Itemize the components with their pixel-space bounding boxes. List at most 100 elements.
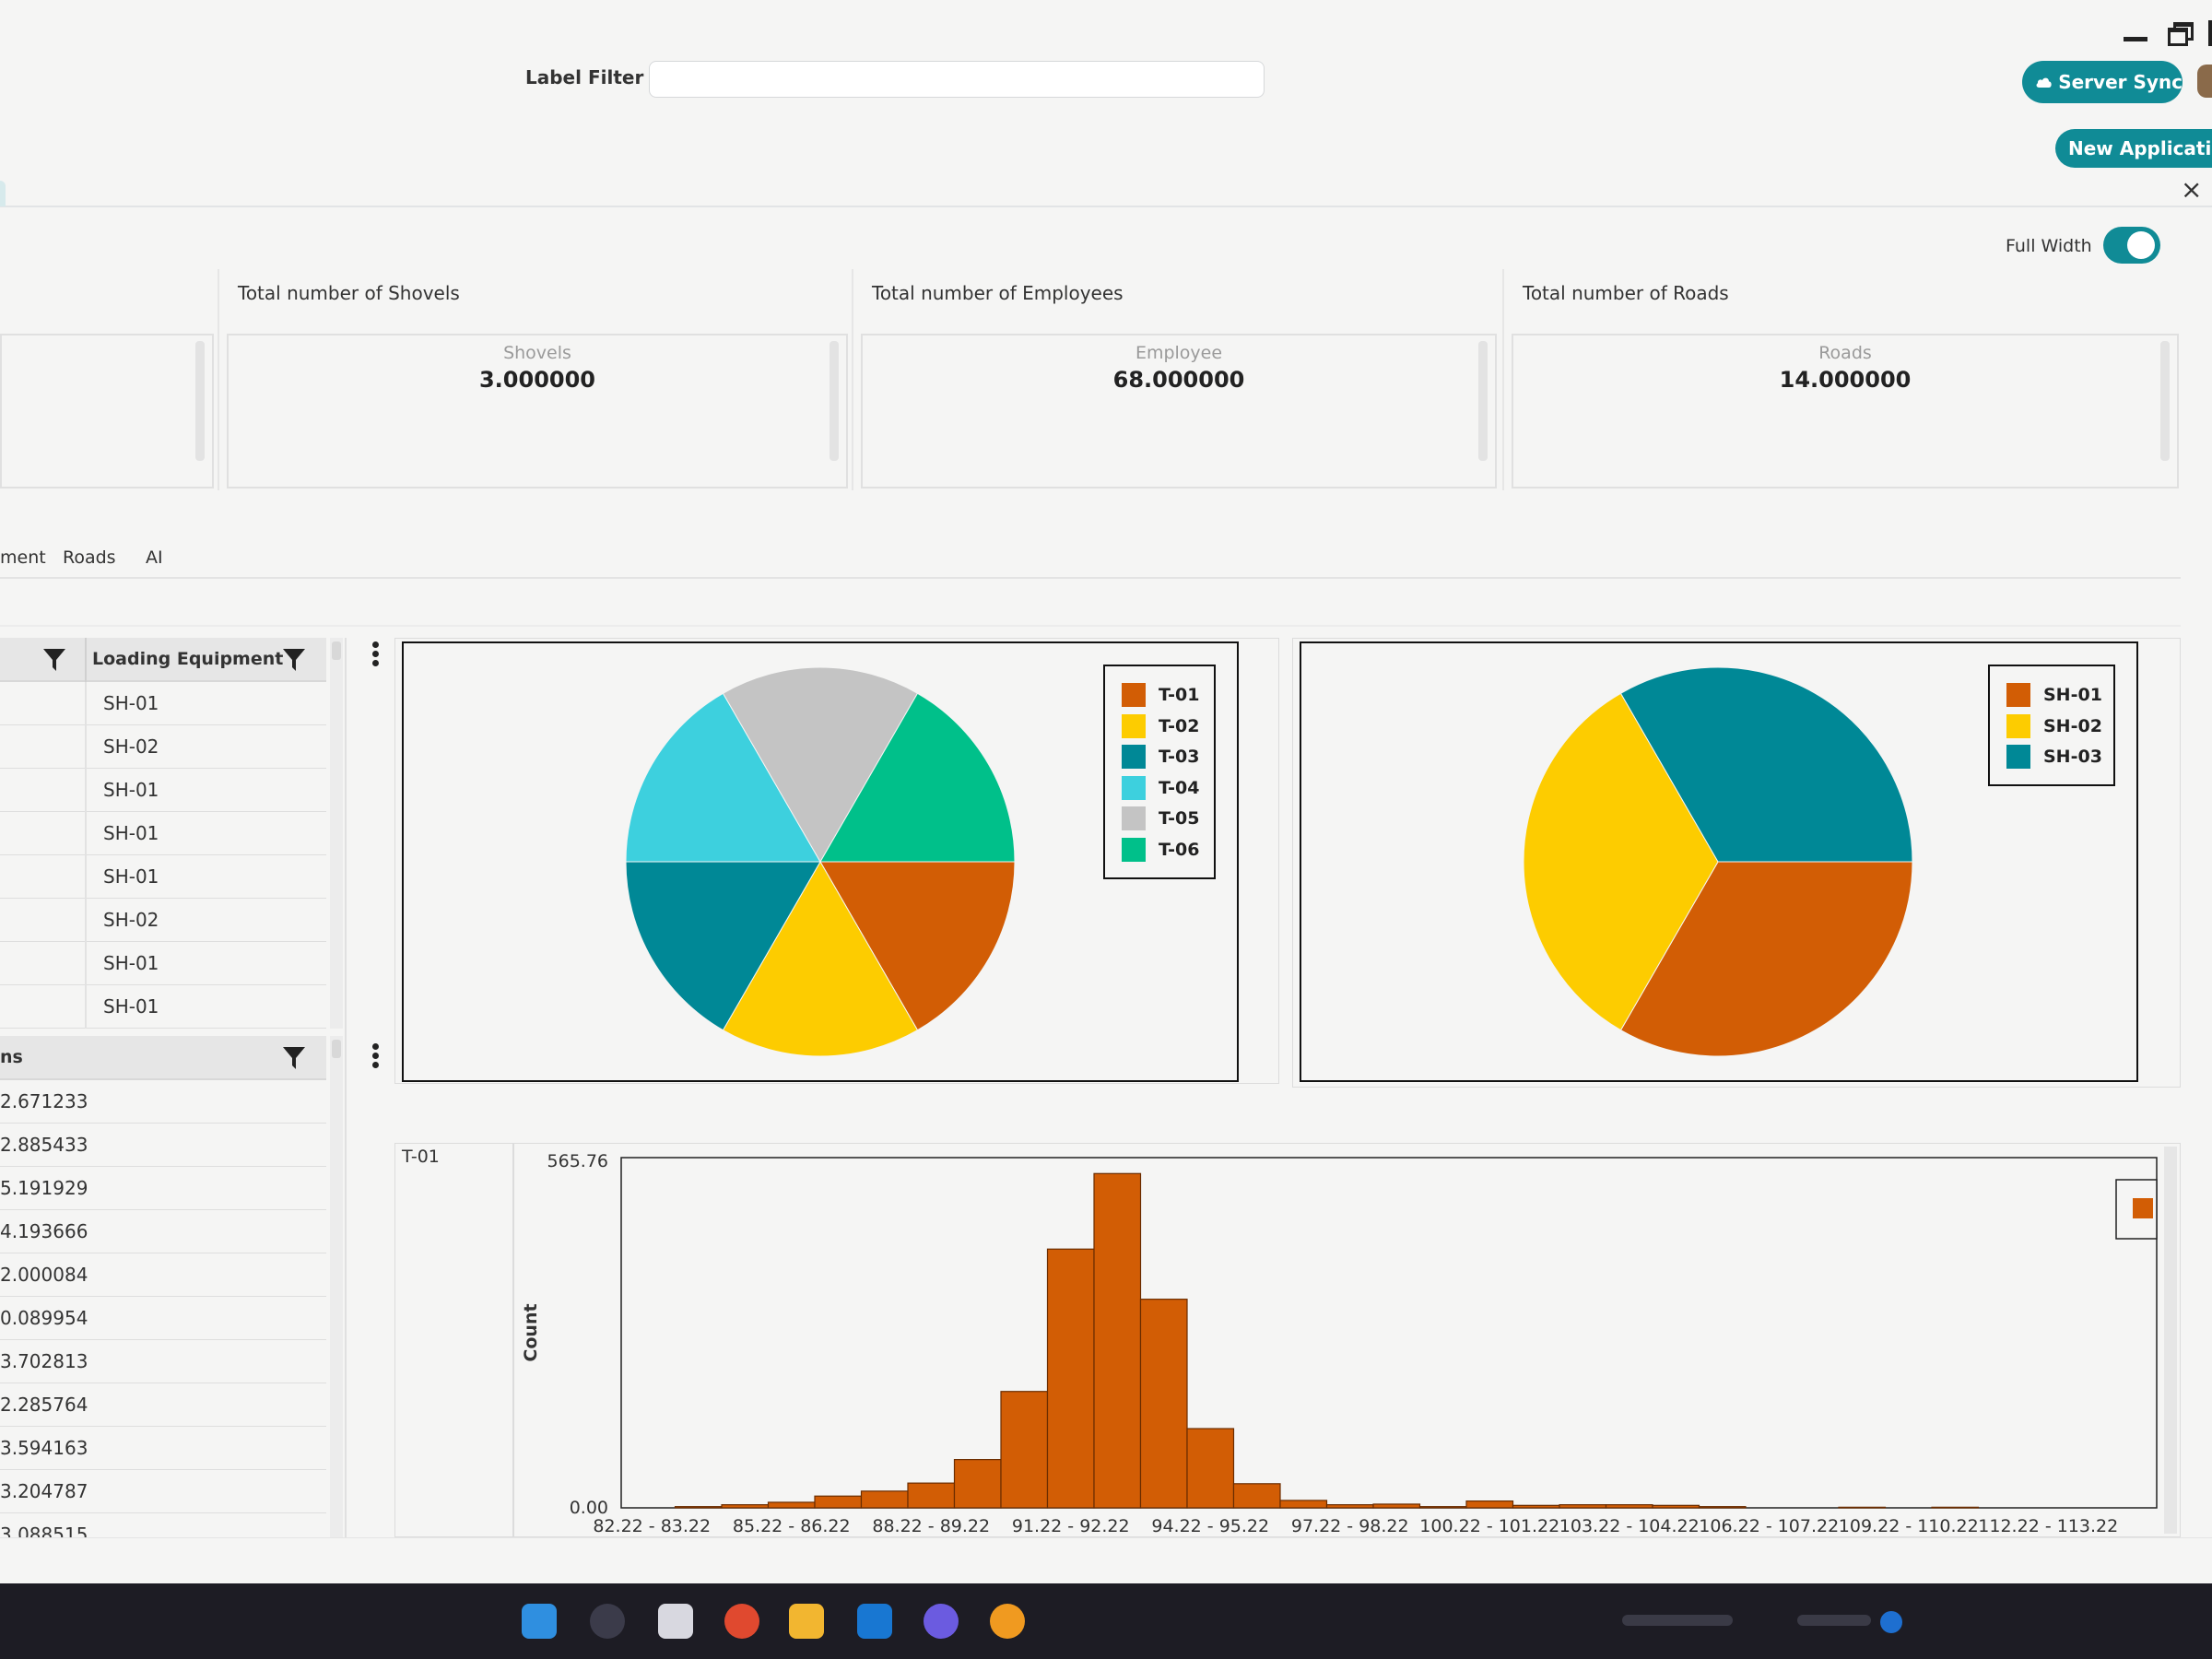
panel-splitter[interactable]: [345, 638, 347, 1537]
histogram-bar[interactable]: [1931, 1506, 1980, 1509]
start-icon[interactable]: [522, 1604, 557, 1639]
restore-icon[interactable]: [2168, 22, 2194, 46]
loading-equipment-header[interactable]: Loading Equipment: [92, 649, 283, 669]
search-icon[interactable]: [590, 1604, 625, 1639]
table-row[interactable]: 4.193666: [0, 1210, 326, 1253]
table-row[interactable]: 3.594163: [0, 1427, 326, 1470]
histogram-bar[interactable]: [1232, 1483, 1281, 1509]
filter-icon[interactable]: [42, 647, 66, 673]
table-row[interactable]: 2.285764: [0, 1383, 326, 1427]
active-tab-stub[interactable]: [0, 181, 6, 206]
kpi-scrollbar[interactable]: [1478, 341, 1488, 461]
legend-item[interactable]: T-06: [1122, 837, 1200, 862]
teams-icon[interactable]: [924, 1604, 959, 1639]
new-application-button[interactable]: New Application: [2055, 129, 2212, 168]
kpi-value: 3.000000: [478, 367, 595, 393]
histogram-bar[interactable]: [1465, 1500, 1514, 1509]
avatar[interactable]: [2197, 65, 2212, 98]
histogram-bar[interactable]: [1372, 1503, 1421, 1509]
histogram-bar[interactable]: [1139, 1299, 1188, 1509]
legend-item[interactable]: SH-03: [2006, 745, 2102, 769]
table-row[interactable]: 2.671233: [0, 1080, 326, 1124]
table-cell: SH-01: [103, 822, 159, 844]
grid-scrollbar[interactable]: [330, 638, 343, 1029]
table-row[interactable]: SH-01: [0, 985, 326, 1029]
kebab-menu-icon[interactable]: [372, 1043, 380, 1069]
tab-ai[interactable]: AI: [146, 547, 163, 568]
table-row[interactable]: SH-02: [0, 725, 326, 769]
kebab-menu-icon[interactable]: [372, 641, 380, 667]
minimize-icon[interactable]: [2124, 37, 2147, 41]
x-tick-label: 94.22 - 95.22: [1151, 1516, 1269, 1536]
table-row[interactable]: SH-02: [0, 899, 326, 942]
grid-scrollbar[interactable]: [330, 1036, 343, 1537]
kpi-divider: [852, 269, 853, 490]
table-cell: 2.885433: [0, 1134, 88, 1156]
filter-icon[interactable]: [282, 647, 306, 673]
tab-equipment[interactable]: ment: [0, 547, 46, 568]
histogram-bar[interactable]: [1559, 1504, 1607, 1509]
histogram-bar[interactable]: [1325, 1504, 1374, 1509]
filter-icon[interactable]: [282, 1045, 306, 1071]
histogram-bar[interactable]: [1652, 1504, 1700, 1509]
table-row[interactable]: SH-01: [0, 812, 326, 855]
window-controls: [2116, 20, 2212, 48]
histogram-bar[interactable]: [860, 1490, 909, 1509]
table-row[interactable]: 2.000084: [0, 1253, 326, 1297]
histogram-bar[interactable]: [767, 1501, 816, 1509]
histogram-bar[interactable]: [953, 1459, 1002, 1509]
histogram-bar[interactable]: [1093, 1172, 1142, 1509]
histogram-bar[interactable]: [814, 1495, 863, 1509]
histogram-bar[interactable]: [1605, 1504, 1653, 1509]
table-row[interactable]: 3.702813: [0, 1340, 326, 1383]
table-row[interactable]: 3.088515: [0, 1513, 326, 1537]
table-row[interactable]: SH-01: [0, 855, 326, 899]
histogram-bar[interactable]: [1046, 1248, 1095, 1509]
edge-icon[interactable]: [857, 1604, 892, 1639]
table-row[interactable]: 5.191929: [0, 1167, 326, 1210]
legend-item[interactable]: T-02: [1122, 713, 1200, 738]
histogram-bar[interactable]: [1279, 1500, 1328, 1509]
table-row[interactable]: 3.204787: [0, 1470, 326, 1513]
tab-roads[interactable]: Roads: [63, 547, 116, 568]
kpi-scrollbar[interactable]: [2160, 341, 2170, 461]
table-row[interactable]: 0.089954: [0, 1297, 326, 1340]
legend-item[interactable]: SH-02: [2006, 713, 2102, 738]
kpi-scrollbar[interactable]: [830, 341, 839, 461]
notification-icon[interactable]: [1880, 1611, 1902, 1633]
histogram-scrollbar[interactable]: [2164, 1147, 2177, 1534]
tray-icons[interactable]: [1622, 1615, 1733, 1626]
legend-item[interactable]: T-05: [1122, 806, 1200, 830]
chrome-icon[interactable]: [724, 1604, 759, 1639]
full-width-toggle[interactable]: [2103, 227, 2160, 264]
histogram-bar[interactable]: [907, 1482, 956, 1509]
close-icon[interactable]: ×: [2181, 177, 2202, 203]
histogram-bar[interactable]: [1512, 1504, 1560, 1509]
kpi-card-shovels: Shovels 3.000000: [227, 334, 848, 488]
histogram-bar[interactable]: [1698, 1506, 1747, 1509]
legend-item[interactable]: T-01: [1122, 683, 1200, 707]
server-sync-button[interactable]: Server Sync: [2022, 61, 2183, 103]
label-filter-input[interactable]: [649, 61, 1265, 98]
table-row[interactable]: 2.885433: [0, 1124, 326, 1167]
close-window-icon[interactable]: [2208, 20, 2212, 46]
table-row[interactable]: SH-01: [0, 769, 326, 812]
x-tick-label: 109.22 - 110.22: [1839, 1516, 1979, 1536]
histogram-bar[interactable]: [1000, 1391, 1049, 1509]
histogram-bar[interactable]: [1838, 1506, 1887, 1509]
chat-icon[interactable]: [658, 1604, 693, 1639]
histogram-bar[interactable]: [721, 1504, 770, 1509]
app-icon[interactable]: [990, 1604, 1025, 1639]
kpi-title-roads: Total number of Roads: [1523, 282, 1729, 304]
histogram-bar[interactable]: [1186, 1428, 1235, 1509]
tons-header[interactable]: ns: [0, 1047, 23, 1067]
folder-icon[interactable]: [789, 1604, 824, 1639]
histogram-bar[interactable]: [1418, 1506, 1467, 1509]
table-row[interactable]: SH-01: [0, 682, 326, 725]
legend-item[interactable]: SH-01: [2006, 683, 2102, 707]
legend-item[interactable]: T-03: [1122, 745, 1200, 769]
histogram-bar[interactable]: [674, 1506, 723, 1509]
legend-item[interactable]: T-04: [1122, 775, 1200, 800]
legend-swatch: [2006, 745, 2030, 769]
table-row[interactable]: SH-01: [0, 942, 326, 985]
